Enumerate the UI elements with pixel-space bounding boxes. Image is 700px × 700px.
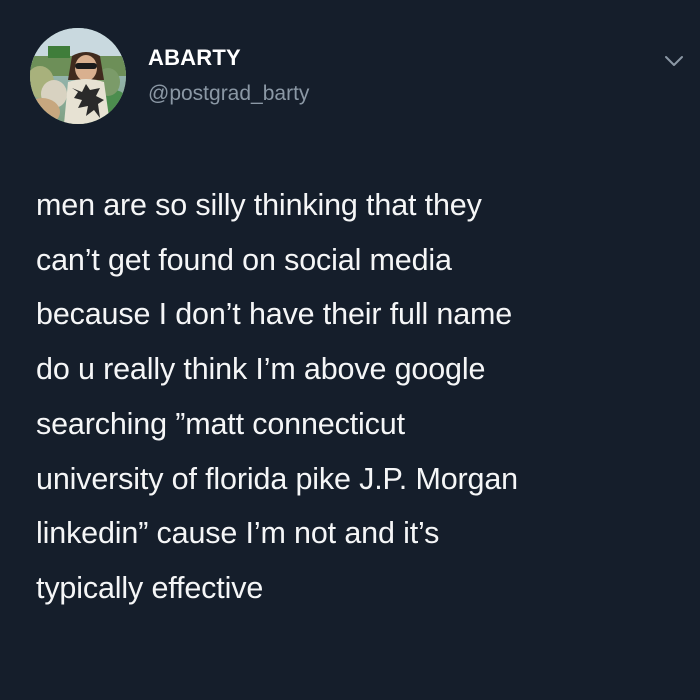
- avatar[interactable]: [30, 28, 126, 124]
- author-display-name[interactable]: ABARTY: [148, 45, 241, 71]
- chevron-down-icon: [665, 56, 683, 66]
- profile-photo-icon: [30, 28, 126, 124]
- author-handle[interactable]: @postgrad_barty: [148, 82, 309, 106]
- tweet-text-line: do u really think I’m above google: [36, 352, 486, 387]
- tweet-card: ABARTY @postgrad_barty men are so silly …: [0, 0, 700, 700]
- tweet-text-line: men are so silly thinking that they: [36, 188, 482, 222]
- tweet-menu-button[interactable]: [664, 54, 684, 68]
- tweet-text-line: linkedin” cause I’m not and it’s: [36, 516, 440, 551]
- tweet-text-line: university of florida pike J.P. Morgan: [36, 461, 518, 496]
- tweet-text-line: because I don’t have their full name: [36, 297, 513, 332]
- tweet-text-line: can’t get found on social media: [36, 242, 452, 277]
- tweet-text-line: typically effective: [36, 570, 264, 605]
- tweet-text: men are so silly thinking that they can’…: [36, 178, 676, 616]
- tweet-text-line: searching ”matt connecticut: [36, 406, 405, 441]
